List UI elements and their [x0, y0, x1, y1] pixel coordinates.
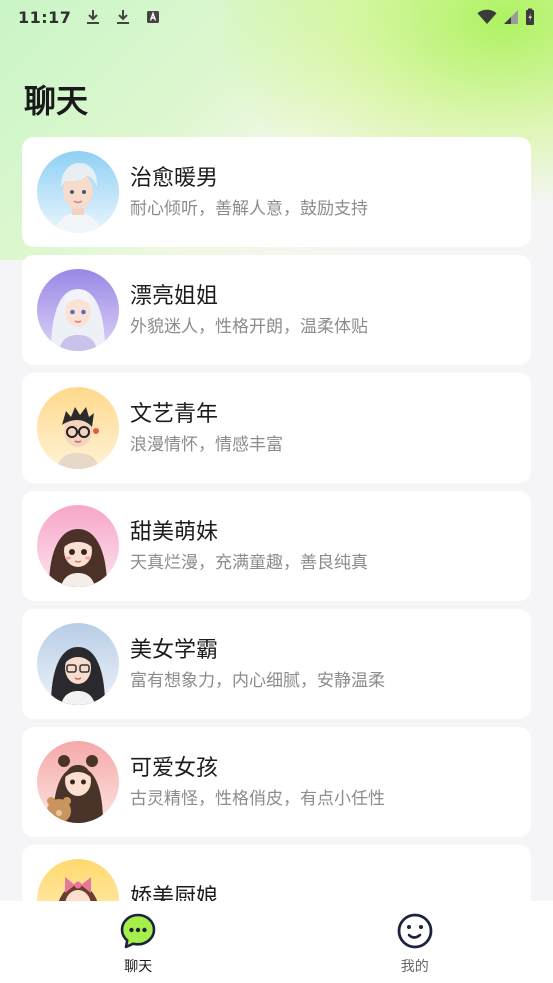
- character-description: 浪漫情怀，情感丰富: [130, 435, 283, 455]
- character-avatar: [37, 741, 119, 823]
- character-avatar: [37, 387, 119, 469]
- character-avatar: [37, 505, 119, 587]
- character-card[interactable]: 美女学霸 富有想象力，内心细腻，安静温柔: [22, 609, 531, 719]
- character-name: 美女学霸: [130, 637, 219, 662]
- notification-a-icon: [147, 11, 160, 23]
- tab-chat[interactable]: 聊天: [0, 901, 277, 983]
- wifi-icon: [477, 9, 497, 24]
- character-description: 富有想象力，内心细腻，安静温柔: [130, 671, 385, 691]
- character-card[interactable]: 可爱女孩 古灵精怪，性格俏皮，有点小任性: [22, 727, 531, 837]
- character-name: 可爱女孩: [130, 755, 219, 780]
- tab-label-chat: 聊天: [124, 959, 153, 975]
- battery-icon: [526, 8, 534, 25]
- tab-mine[interactable]: 我的: [277, 901, 553, 983]
- signal-icon: [504, 10, 518, 24]
- status-time: 11:17: [18, 7, 72, 27]
- character-card[interactable]: 漂亮姐姐 外貌迷人，性格开朗，温柔体贴: [22, 255, 531, 365]
- character-name: 文艺青年: [130, 401, 219, 426]
- character-card[interactable]: 文艺青年 浪漫情怀，情感丰富: [22, 373, 531, 483]
- character-avatar: [37, 269, 119, 351]
- bottom-tab-bar: 聊天 我的: [0, 901, 553, 983]
- page-title: 聊天: [24, 83, 89, 119]
- character-card[interactable]: 治愈暖男 耐心倾听，善解人意，鼓励支持: [22, 137, 531, 247]
- download-icon: [87, 10, 100, 24]
- character-name: 甜美萌妹: [130, 519, 219, 544]
- character-avatar: [37, 151, 119, 233]
- download-icon: [117, 10, 130, 24]
- character-card[interactable]: 甜美萌妹 天真烂漫，充满童趣，善良纯真: [22, 491, 531, 601]
- tab-label-mine: 我的: [400, 959, 429, 975]
- character-name: 治愈暖男: [130, 165, 219, 190]
- chat-bubble-icon: [120, 913, 156, 949]
- character-name: 漂亮姐姐: [130, 283, 219, 308]
- character-description: 天真烂漫，充满童趣，善良纯真: [130, 553, 368, 573]
- character-list: 治愈暖男 耐心倾听，善解人意，鼓励支持 漂亮姐姐 外貌迷人，性格开朗，温柔体贴: [22, 137, 531, 963]
- character-description: 外貌迷人，性格开朗，温柔体贴: [130, 317, 368, 337]
- character-description: 耐心倾听，善解人意，鼓励支持: [130, 199, 368, 219]
- character-description: 古灵精怪，性格俏皮，有点小任性: [130, 789, 385, 809]
- status-bar: 11:17: [0, 0, 553, 34]
- character-avatar: [37, 623, 119, 705]
- smiley-face-icon: [397, 913, 433, 949]
